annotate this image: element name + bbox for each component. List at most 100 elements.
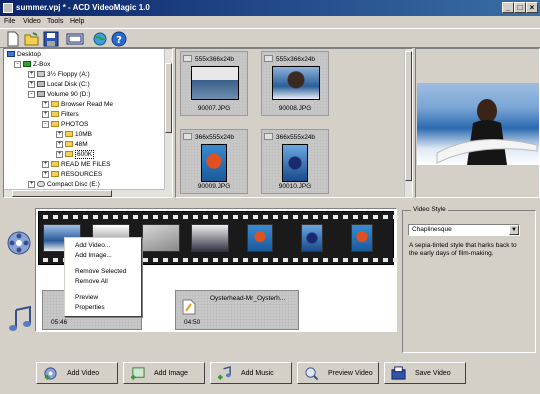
expand-icon[interactable]: + xyxy=(42,100,49,108)
tree-item-resources[interactable]: + RESOURCES xyxy=(42,170,102,179)
film-perforation xyxy=(383,215,388,219)
new-icon[interactable] xyxy=(5,31,21,47)
menu-item-add-image[interactable]: Add Image... xyxy=(75,252,112,259)
scroll-thumb[interactable] xyxy=(165,63,172,133)
tree-item-48m[interactable]: +48M xyxy=(56,140,88,149)
screen-icon[interactable] xyxy=(66,31,84,47)
tree-item-compact-disc[interactable]: + Compact Disc (E:) xyxy=(28,180,100,189)
preview-video-icon xyxy=(305,367,319,381)
thumbnail-90008[interactable]: 555x366x24b 90008.JPG xyxy=(261,51,329,116)
thumbnail-90007[interactable]: 555x366x24b 90007.JPG xyxy=(180,51,248,116)
menu-video[interactable]: Video xyxy=(23,18,41,25)
film-perforation xyxy=(93,215,98,219)
video-style-description: A sepia-tinted style that harks back to … xyxy=(409,242,517,257)
tree-item-browser-read-me[interactable]: + Browser Read Me xyxy=(42,100,113,109)
film-perforation xyxy=(213,215,218,219)
film-frame[interactable] xyxy=(191,224,229,252)
thumbnail-browser: 555x366x24b 90007.JPG 555x366x24b 90008.… xyxy=(175,48,413,198)
menu-help[interactable]: Help xyxy=(70,18,84,25)
expand-icon[interactable]: + xyxy=(56,130,63,138)
tree-item-10mb[interactable]: +10MB xyxy=(56,130,92,139)
expand-icon[interactable]: + xyxy=(28,180,35,188)
tree-item-filters[interactable]: + Filters xyxy=(42,110,79,119)
menu-file[interactable]: File xyxy=(4,18,15,25)
video-style-label: Video Style xyxy=(411,206,448,213)
expand-icon[interactable]: + xyxy=(42,170,49,178)
film-perforation xyxy=(343,258,348,262)
close-button[interactable]: × xyxy=(526,2,538,13)
tree-item-read-me-files[interactable]: + READ ME FILES xyxy=(42,160,110,169)
minimize-button[interactable]: _ xyxy=(502,2,514,13)
menu-item-remove-selected[interactable]: Remove Selected xyxy=(75,268,126,275)
title-bar: summer.vpj * - ACD VideoMagic 1.0 _ □ × xyxy=(0,0,540,16)
expand-icon[interactable]: + xyxy=(56,150,63,158)
tree-hscrollbar[interactable] xyxy=(4,189,165,197)
open-icon[interactable] xyxy=(24,31,40,47)
hscroll-thumb[interactable] xyxy=(12,190,112,197)
preview-video-button[interactable]: Preview Video xyxy=(297,362,379,384)
film-perforation xyxy=(213,258,218,262)
collapse-icon[interactable]: - xyxy=(14,60,21,68)
menu-tools[interactable]: Tools xyxy=(47,18,63,25)
globe-icon[interactable] xyxy=(92,31,108,47)
film-perforation xyxy=(333,258,338,262)
collapse-icon[interactable]: - xyxy=(42,120,49,128)
folder-tree[interactable]: Desktop - Z-Box +3½ Floppy (A:) + Local Di… xyxy=(3,48,173,198)
expand-icon[interactable]: + xyxy=(42,160,49,168)
save-icon[interactable] xyxy=(43,31,59,47)
film-perforation xyxy=(373,215,378,219)
thumbnail-scrollbar[interactable] xyxy=(404,49,412,197)
film-perforation xyxy=(293,258,298,262)
expand-icon[interactable]: + xyxy=(56,140,63,148)
expand-icon[interactable]: + xyxy=(28,70,35,78)
image-type-icon xyxy=(183,55,192,62)
film-perforation xyxy=(43,215,48,219)
expand-icon[interactable]: + xyxy=(42,110,49,118)
thumbnail-90009[interactable]: 366x555x24b 90009.JPG xyxy=(180,129,248,194)
add-music-button[interactable]: Add Music xyxy=(210,362,292,384)
film-perforation xyxy=(163,258,168,262)
tree-item-photos[interactable]: - PHOTOS xyxy=(42,120,88,129)
thumbnail-90010[interactable]: 366x555x24b 90010.JPG xyxy=(261,129,329,194)
film-perforation xyxy=(343,215,348,219)
music-clip[interactable]: Oysterhead-Mr_Oysterh... 04:50 xyxy=(175,290,299,330)
collapse-icon[interactable]: - xyxy=(28,90,35,98)
film-frame[interactable] xyxy=(301,224,323,252)
film-perforation xyxy=(53,215,58,219)
tree-item-zbox[interactable]: - Z-Box xyxy=(14,60,50,69)
thumbnail-image xyxy=(191,66,239,100)
help-icon[interactable]: ? xyxy=(111,31,127,47)
video-style-select[interactable]: Chaplinesque ▼ xyxy=(408,224,520,236)
tree-item-600k[interactable]: +600K xyxy=(56,150,95,159)
scroll-thumb[interactable] xyxy=(405,51,412,181)
drive-icon xyxy=(37,91,45,98)
film-frame[interactable] xyxy=(142,224,180,252)
tree-item-desktop[interactable]: Desktop xyxy=(7,50,41,59)
context-menu: Add Video... Add Image... Remove Selecte… xyxy=(64,237,142,317)
folder-icon xyxy=(51,161,59,168)
menu-item-properties[interactable]: Properties xyxy=(75,304,105,311)
expand-icon[interactable]: + xyxy=(28,80,35,88)
film-frame[interactable] xyxy=(351,224,373,252)
film-perforation xyxy=(323,215,328,219)
add-video-button[interactable]: Add Video xyxy=(36,362,118,384)
app-icon[interactable] xyxy=(3,3,13,13)
maximize-button[interactable]: □ xyxy=(514,2,526,13)
image-type-icon xyxy=(264,133,273,140)
tree-item-local-disk[interactable]: + Local Disk (C:) xyxy=(28,80,90,89)
save-video-button[interactable]: Save Video xyxy=(384,362,466,384)
add-image-button[interactable]: Add Image xyxy=(123,362,205,384)
cd-icon xyxy=(37,181,45,188)
tree-item-volume[interactable]: - Volume 90 (D:) xyxy=(28,90,90,99)
menu-item-preview[interactable]: Preview xyxy=(75,294,98,301)
menu-item-add-video[interactable]: Add Video... xyxy=(75,242,110,249)
tree-item-floppy[interactable]: +3½ Floppy (A:) xyxy=(28,70,90,79)
film-perforation xyxy=(233,215,238,219)
chevron-down-icon[interactable]: ▼ xyxy=(509,225,519,235)
tree-scrollbar[interactable] xyxy=(164,49,172,197)
film-frame[interactable] xyxy=(247,224,273,252)
desktop-icon xyxy=(7,51,15,58)
svg-text:?: ? xyxy=(116,35,122,46)
menu-item-remove-all[interactable]: Remove All xyxy=(75,278,108,285)
image-type-icon xyxy=(183,133,192,140)
